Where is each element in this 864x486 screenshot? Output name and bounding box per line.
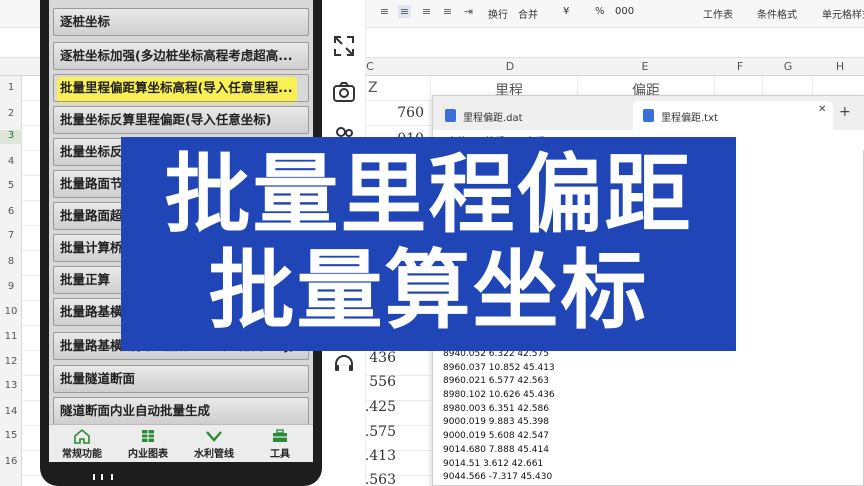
cell-c13[interactable]: 556 (368, 374, 396, 390)
tab-label: 常规功能 (62, 449, 102, 460)
row-15[interactable]: 15 (0, 430, 22, 441)
row-5[interactable]: 5 (0, 180, 22, 191)
column-e[interactable]: E (635, 60, 655, 73)
column-d[interactable]: D (500, 60, 520, 73)
conditional-format-button[interactable]: 条件格式 (757, 6, 797, 21)
notepad-tabbar: 里程偏距.dat 里程偏距.txt ✕ + (433, 96, 864, 130)
text-line: 9014.51 3.612 42.661 (443, 458, 544, 469)
menu-item[interactable]: 批量隧道断面 (53, 365, 309, 393)
cell-c2[interactable]: 760 (368, 105, 424, 121)
cell-c12[interactable]: 436 (368, 350, 396, 366)
cell-c1[interactable]: Z (368, 80, 378, 96)
tab-label: 工具 (270, 449, 290, 460)
text-line: 9000.019 5.608 42.547 (443, 431, 549, 442)
tab-txt-file[interactable]: 里程偏距.txt (633, 101, 833, 130)
merge-button[interactable]: 合并 (518, 6, 538, 21)
row-3[interactable]: 3 (0, 130, 22, 144)
tab-label: 里程偏距.txt (661, 113, 718, 124)
column-g[interactable]: G (778, 60, 798, 73)
text-line: 8980.102 10.626 45.436 (443, 390, 555, 401)
currency-button[interactable]: ¥ (563, 6, 569, 17)
row-1[interactable]: 1 (0, 82, 22, 93)
align-center-icon[interactable]: ≡ (398, 5, 411, 18)
text-line: 8960.037 10.852 45.413 (443, 362, 555, 373)
banner-line-1: 批量里程偏距 (164, 145, 693, 245)
menu-item[interactable]: 批量坐标反算里程偏距(导入任意坐标) (53, 106, 309, 134)
house-icon (74, 428, 90, 444)
tab-tools[interactable]: 工具 (247, 427, 313, 461)
row-2[interactable]: 2 (0, 108, 22, 119)
tab-pipeline[interactable]: 水利管线 (181, 427, 247, 461)
row-14[interactable]: 14 (0, 406, 22, 417)
headset-icon[interactable] (332, 352, 356, 376)
nav-bar-indicator (93, 474, 113, 480)
toolbox-icon (273, 429, 287, 442)
fullscreen-icon[interactable] (332, 34, 356, 58)
camera-icon[interactable] (332, 80, 356, 104)
new-tab-icon[interactable]: + (839, 104, 851, 120)
tab-label: 里程偏距.dat (463, 113, 523, 124)
pipe-icon (206, 431, 222, 442)
tab-label: 内业图表 (128, 449, 168, 460)
row-10[interactable]: 10 (0, 306, 22, 317)
row-header: 1 2 3 4 5 6 7 8 9 10 11 12 13 14 15 16 (0, 76, 22, 486)
percent-button[interactable]: % (595, 6, 605, 17)
notepad-text[interactable]: 8940.052 6.322 42.575 8960.037 10.852 45… (443, 348, 743, 485)
close-tab-icon[interactable]: ✕ (818, 104, 826, 115)
text-line: 8980.003 6.351 42.586 (443, 403, 549, 414)
row-12[interactable]: 12 (0, 356, 22, 367)
text-line: 8960.021 6.577 42.563 (443, 376, 549, 387)
indent-icon[interactable]: ⇥ (462, 5, 475, 18)
tab-charts[interactable]: 内业图表 (115, 427, 181, 461)
wrap-text-button[interactable]: 换行 (488, 6, 508, 21)
text-line: 9044.566 -7.317 45.430 (443, 472, 553, 483)
text-line: 9014.680 7.888 45.414 (443, 444, 549, 455)
menu-item[interactable]: 隧道断面内业自动批量生成 (53, 397, 309, 425)
file-icon (445, 109, 456, 122)
thousands-button[interactable]: 000 (615, 6, 634, 17)
table-icon (142, 430, 154, 442)
row-11[interactable]: 11 (0, 331, 22, 342)
bottom-tabbar: 常规功能 内业图表 水利管线 工具 (49, 424, 313, 462)
column-f[interactable]: F (730, 60, 750, 73)
row-8[interactable]: 8 (0, 256, 22, 267)
menu-item[interactable]: 逐桩坐标 (53, 8, 309, 36)
row-9[interactable]: 9 (0, 281, 22, 292)
column-h[interactable]: H (830, 60, 850, 73)
row-4[interactable]: 4 (0, 156, 22, 167)
row-16[interactable]: 16 (0, 456, 22, 467)
tab-label: 水利管线 (194, 449, 234, 460)
row-13[interactable]: 13 (0, 380, 22, 391)
banner-line-2: 批量算坐标 (208, 241, 649, 341)
screen: ≡ ≡ ≡ ≡ ⇥ 换行 合并 ¥ % 000 工作表 条件格式 单元格样式 C… (0, 0, 864, 486)
text-line: 9000.019 9.883 45.398 (443, 417, 549, 428)
row-6[interactable]: 6 (0, 206, 22, 217)
title-banner: 批量里程偏距 批量算坐标 (121, 137, 736, 351)
menu-item[interactable]: 逐桩坐标加强(多边桩坐标高程考虑超高... (53, 42, 309, 70)
menu-item[interactable]: 批量里程偏距算坐标高程(导入任意里程... (53, 74, 309, 102)
tab-general[interactable]: 常规功能 (49, 427, 115, 461)
worksheet-button[interactable]: 工作表 (703, 6, 733, 21)
align-right-icon[interactable]: ≡ (420, 5, 433, 18)
tab-dat-file[interactable]: 里程偏距.dat (435, 101, 631, 130)
cell-style-button[interactable]: 单元格样式 (822, 6, 864, 21)
row-7[interactable]: 7 (0, 230, 22, 241)
align-left-icon[interactable]: ≡ (378, 5, 391, 18)
file-icon (643, 109, 654, 122)
align-justify-icon[interactable]: ≡ (441, 5, 454, 18)
